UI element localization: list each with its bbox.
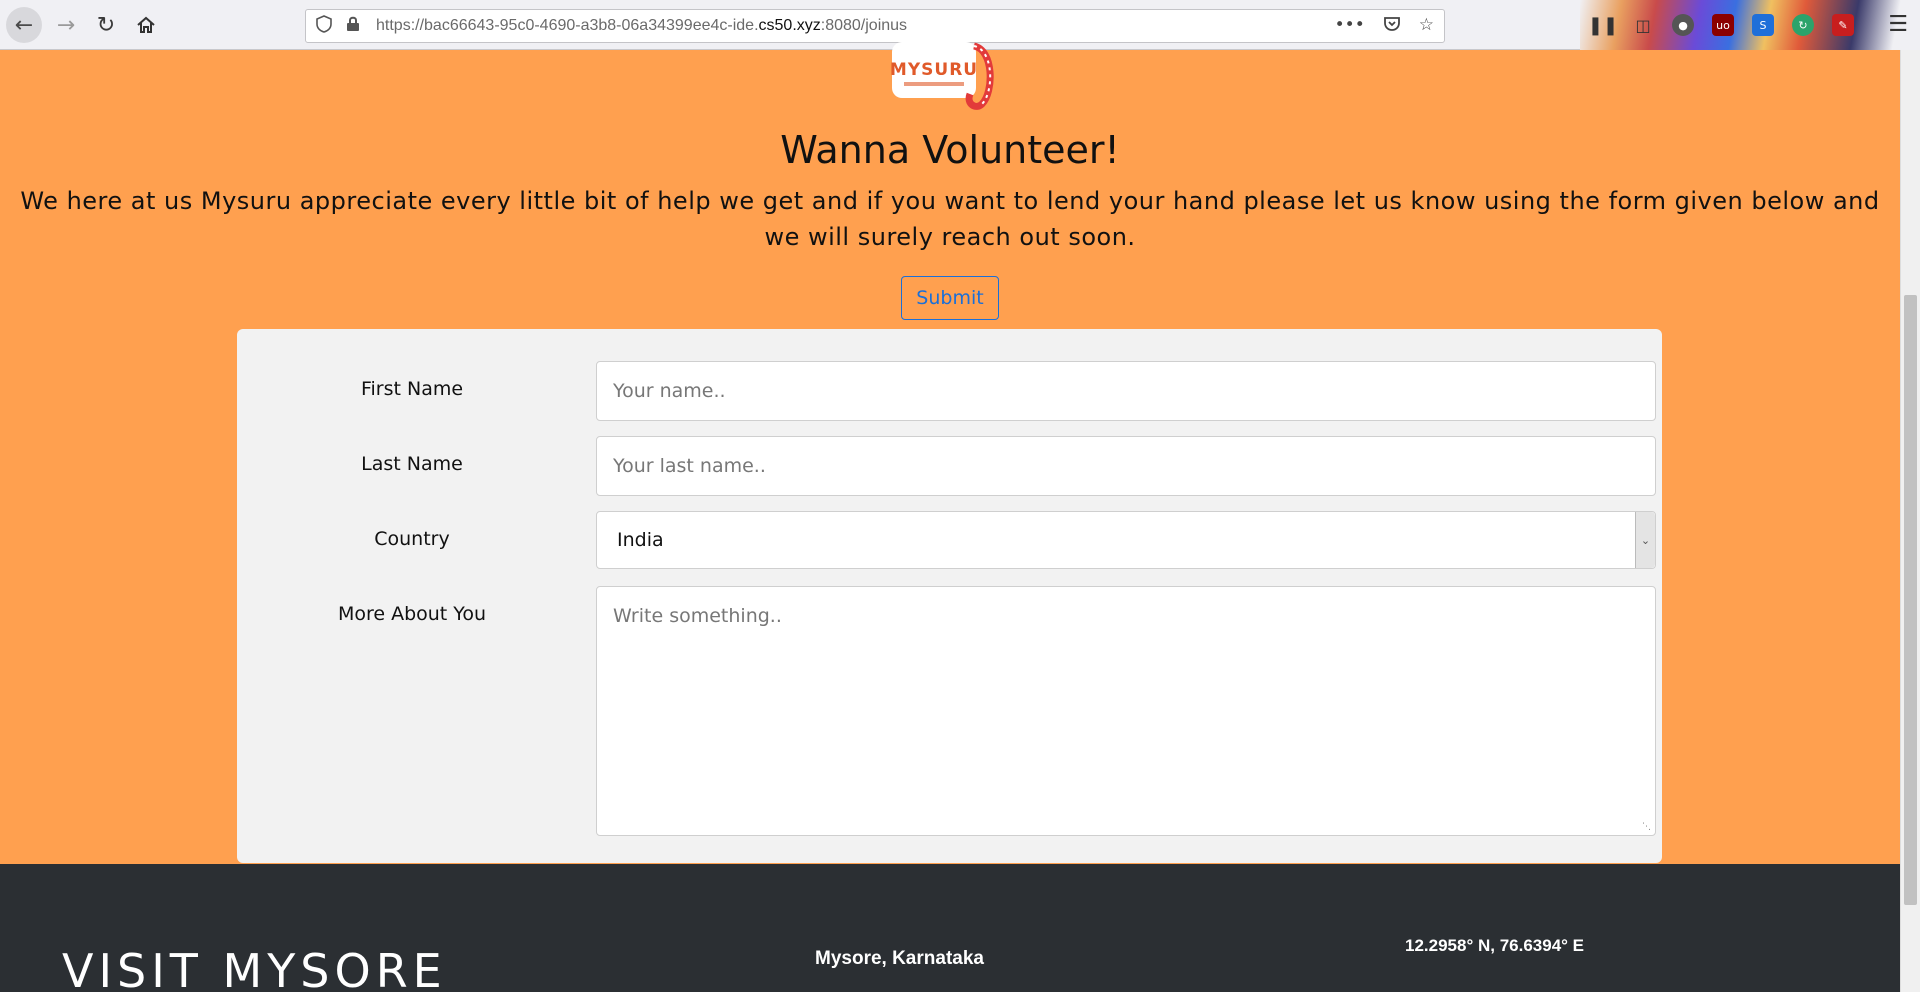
intro-text: We here at us Mysuru appreciate every li… — [20, 187, 1880, 251]
country-select[interactable]: India ⌄ — [596, 511, 1656, 569]
country-selected-value: India — [617, 529, 664, 551]
sync-extension-icon[interactable]: ↻ — [1792, 14, 1814, 36]
page-title: Wanna Volunteer! — [780, 128, 1120, 172]
back-button[interactable]: ← — [6, 7, 42, 43]
home-button[interactable] — [128, 7, 164, 43]
resize-grip-icon[interactable]: ⋱ — [1642, 822, 1652, 832]
mysuru-logo: MYSURU — [890, 42, 994, 110]
first-name-label: First Name — [360, 378, 464, 400]
account-icon[interactable]: ● — [1672, 14, 1694, 36]
last-name-placeholder: Your last name.. — [613, 455, 766, 477]
url-bar[interactable]: https://bac66643-95c0-4690-a3b8-06a34399… — [305, 9, 1445, 43]
forward-button[interactable]: → — [48, 7, 84, 43]
last-name-label: Last Name — [361, 453, 463, 475]
shield-icon[interactable] — [316, 15, 338, 37]
url-actions: ••• ☆ — [1335, 15, 1434, 38]
footer-coordinates: 12.2958° N, 76.6394° E — [1405, 936, 1585, 955]
pen-extension-icon[interactable]: ✎ — [1832, 14, 1854, 36]
more-actions-icon[interactable]: ••• — [1335, 15, 1365, 38]
about-label: More About You — [337, 603, 487, 625]
ublock-icon[interactable]: uo — [1712, 14, 1734, 36]
url-domain: cs50.xyz — [758, 17, 821, 34]
svg-text:MYSURU: MYSURU — [890, 60, 978, 80]
page-scrollbar[interactable] — [1900, 50, 1920, 992]
first-name-input[interactable]: Your name.. — [596, 361, 1656, 421]
extension-s-icon[interactable]: S — [1752, 14, 1774, 36]
arrow-right-icon: → — [56, 12, 76, 38]
about-placeholder: Write something.. — [613, 605, 782, 627]
last-name-input[interactable]: Your last name.. — [596, 436, 1656, 496]
reload-icon: ↻ — [96, 12, 116, 38]
library-icon[interactable]: ❚❚ — [1588, 14, 1618, 36]
url-prefix: https://bac66643-95c0-4690-a3b8-06a34399… — [376, 17, 759, 34]
hamburger-menu-icon[interactable]: ☰ — [1888, 12, 1908, 37]
country-label: Country — [374, 528, 450, 550]
bookmark-star-icon[interactable]: ☆ — [1419, 15, 1434, 38]
home-icon — [137, 16, 155, 33]
sidebar-icon[interactable]: ◫ — [1632, 14, 1654, 36]
chevron-down-icon[interactable]: ⌄ — [1635, 512, 1655, 568]
reload-button[interactable]: ↻ — [88, 7, 124, 43]
arrow-left-icon: ← — [14, 12, 34, 38]
about-textarea[interactable]: Write something.. ⋱ — [596, 586, 1656, 836]
extensions-area: ❚❚ ◫ ● uo S ↻ ✎ ☰ — [1580, 0, 1920, 50]
submit-button[interactable]: Submit — [901, 276, 999, 320]
first-name-placeholder: Your name.. — [613, 380, 726, 402]
pocket-icon[interactable] — [1383, 15, 1401, 38]
url-text[interactable]: https://bac66643-95c0-4690-a3b8-06a34399… — [376, 17, 907, 35]
lock-icon[interactable] — [346, 16, 366, 36]
url-suffix: :8080/joinus — [820, 17, 908, 34]
scroll-thumb[interactable] — [1904, 295, 1917, 905]
footer-city: Mysore, Karnataka — [815, 948, 984, 969]
site-footer: VISIT MYSORE Mysore, Karnataka 12.2958° … — [0, 864, 1900, 992]
footer-brand[interactable]: VISIT MYSORE — [62, 944, 447, 992]
